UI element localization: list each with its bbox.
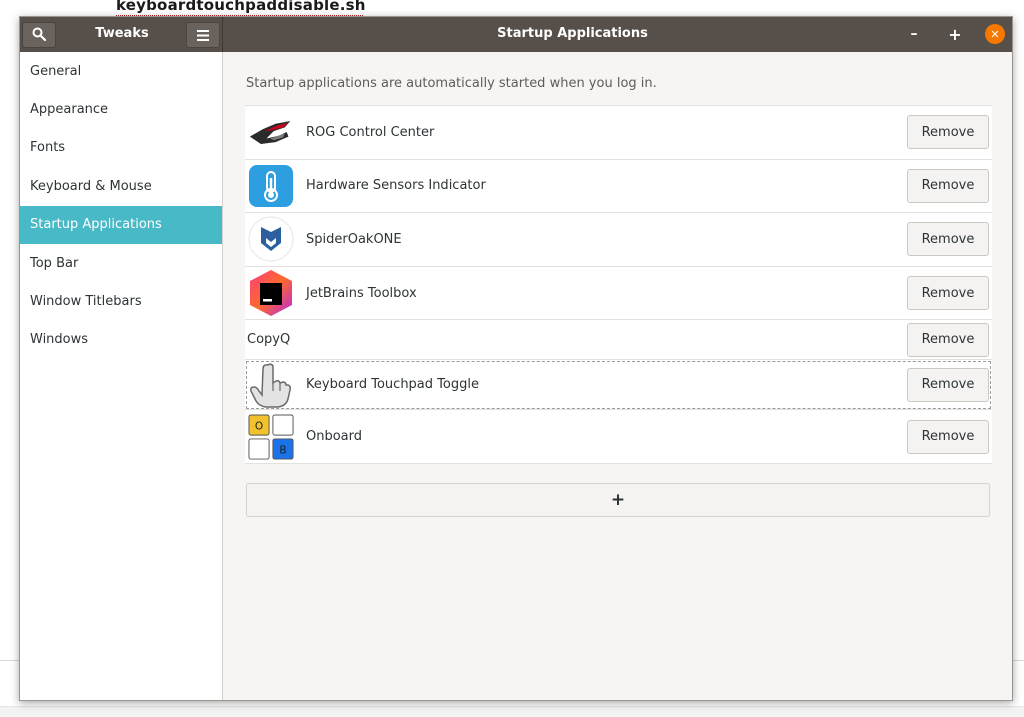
description-text: Startup applications are automatically s… bbox=[246, 76, 657, 91]
sidebar-item-keyboard-mouse[interactable]: Keyboard & Mouse bbox=[20, 167, 222, 205]
hamburger-icon bbox=[197, 26, 209, 45]
sidebar-item-windows[interactable]: Windows bbox=[20, 321, 222, 359]
headerbar: Tweaks Startup Applications – + ✕ bbox=[20, 17, 1012, 52]
search-button[interactable] bbox=[22, 22, 56, 48]
app-name: Hardware Sensors Indicator bbox=[306, 178, 486, 194]
app-name: Onboard bbox=[306, 429, 363, 445]
sidebar-item-startup-applications[interactable]: Startup Applications bbox=[20, 205, 222, 244]
menu-button[interactable] bbox=[186, 22, 220, 48]
app-name: ROG Control Center bbox=[306, 124, 435, 140]
background-bottom-bar bbox=[0, 706, 1024, 717]
app-name: SpiderOakONE bbox=[306, 231, 402, 247]
background-file-title: keyboardtouchpaddisable.sh bbox=[116, 0, 366, 14]
tweaks-window: Tweaks Startup Applications – + ✕ Genera… bbox=[19, 16, 1013, 701]
remove-button[interactable]: Remove bbox=[907, 276, 989, 311]
sidebar-item-appearance[interactable]: Appearance bbox=[20, 90, 222, 128]
maximize-button[interactable]: + bbox=[945, 24, 965, 44]
search-icon bbox=[32, 26, 47, 45]
app-name: CopyQ bbox=[247, 332, 291, 348]
background-divider bbox=[0, 660, 20, 661]
jetbrains-toolbox-icon bbox=[248, 270, 294, 317]
startup-app-list: ROG Control Center Remove Hardware Senso… bbox=[245, 105, 992, 464]
remove-button[interactable]: Remove bbox=[907, 322, 989, 357]
sidebar: General Appearance Fonts Keyboard & Mous… bbox=[20, 52, 223, 700]
list-item: Keyboard Touchpad Toggle Remove bbox=[245, 360, 992, 411]
remove-button[interactable]: Remove bbox=[907, 222, 989, 257]
sidebar-item-top-bar[interactable]: Top Bar bbox=[20, 244, 222, 282]
sidebar-item-fonts[interactable]: Fonts bbox=[20, 129, 222, 167]
add-application-button[interactable]: + bbox=[246, 483, 990, 517]
sidebar-item-general[interactable]: General bbox=[20, 52, 222, 90]
close-button[interactable]: ✕ bbox=[985, 24, 1005, 44]
sidebar-header: Tweaks bbox=[20, 17, 223, 52]
list-item: ROG Control Center Remove bbox=[245, 106, 992, 160]
pointing-hand-icon bbox=[248, 362, 294, 408]
sidebar-item-window-titlebars[interactable]: Window Titlebars bbox=[20, 282, 222, 320]
list-item: CopyQ Remove bbox=[245, 320, 992, 361]
list-item: SpiderOakONE Remove bbox=[245, 213, 992, 267]
onboard-keyboard-icon: O B bbox=[248, 414, 294, 460]
remove-button[interactable]: Remove bbox=[907, 115, 989, 150]
remove-button[interactable]: Remove bbox=[907, 168, 989, 203]
list-item: JetBrains Toolbox Remove bbox=[245, 266, 992, 321]
remove-button[interactable]: Remove bbox=[907, 367, 989, 402]
remove-button[interactable]: Remove bbox=[907, 419, 989, 454]
background-divider bbox=[1012, 660, 1024, 661]
rog-logo-icon bbox=[248, 109, 294, 155]
page-title: Startup Applications bbox=[497, 26, 648, 41]
onboard-key-b: B bbox=[279, 444, 286, 456]
app-name: JetBrains Toolbox bbox=[306, 285, 417, 301]
spideroak-icon bbox=[248, 216, 294, 262]
list-item: Hardware Sensors Indicator Remove bbox=[245, 159, 992, 214]
main-content: Startup applications are automatically s… bbox=[224, 52, 1012, 700]
thermometer-icon bbox=[248, 163, 294, 209]
list-item: O B Onboard Remove bbox=[245, 410, 992, 464]
app-title: Tweaks bbox=[95, 26, 149, 41]
app-name: Keyboard Touchpad Toggle bbox=[306, 377, 479, 393]
minimize-button[interactable]: – bbox=[904, 24, 924, 44]
onboard-key-o: O bbox=[255, 420, 263, 432]
